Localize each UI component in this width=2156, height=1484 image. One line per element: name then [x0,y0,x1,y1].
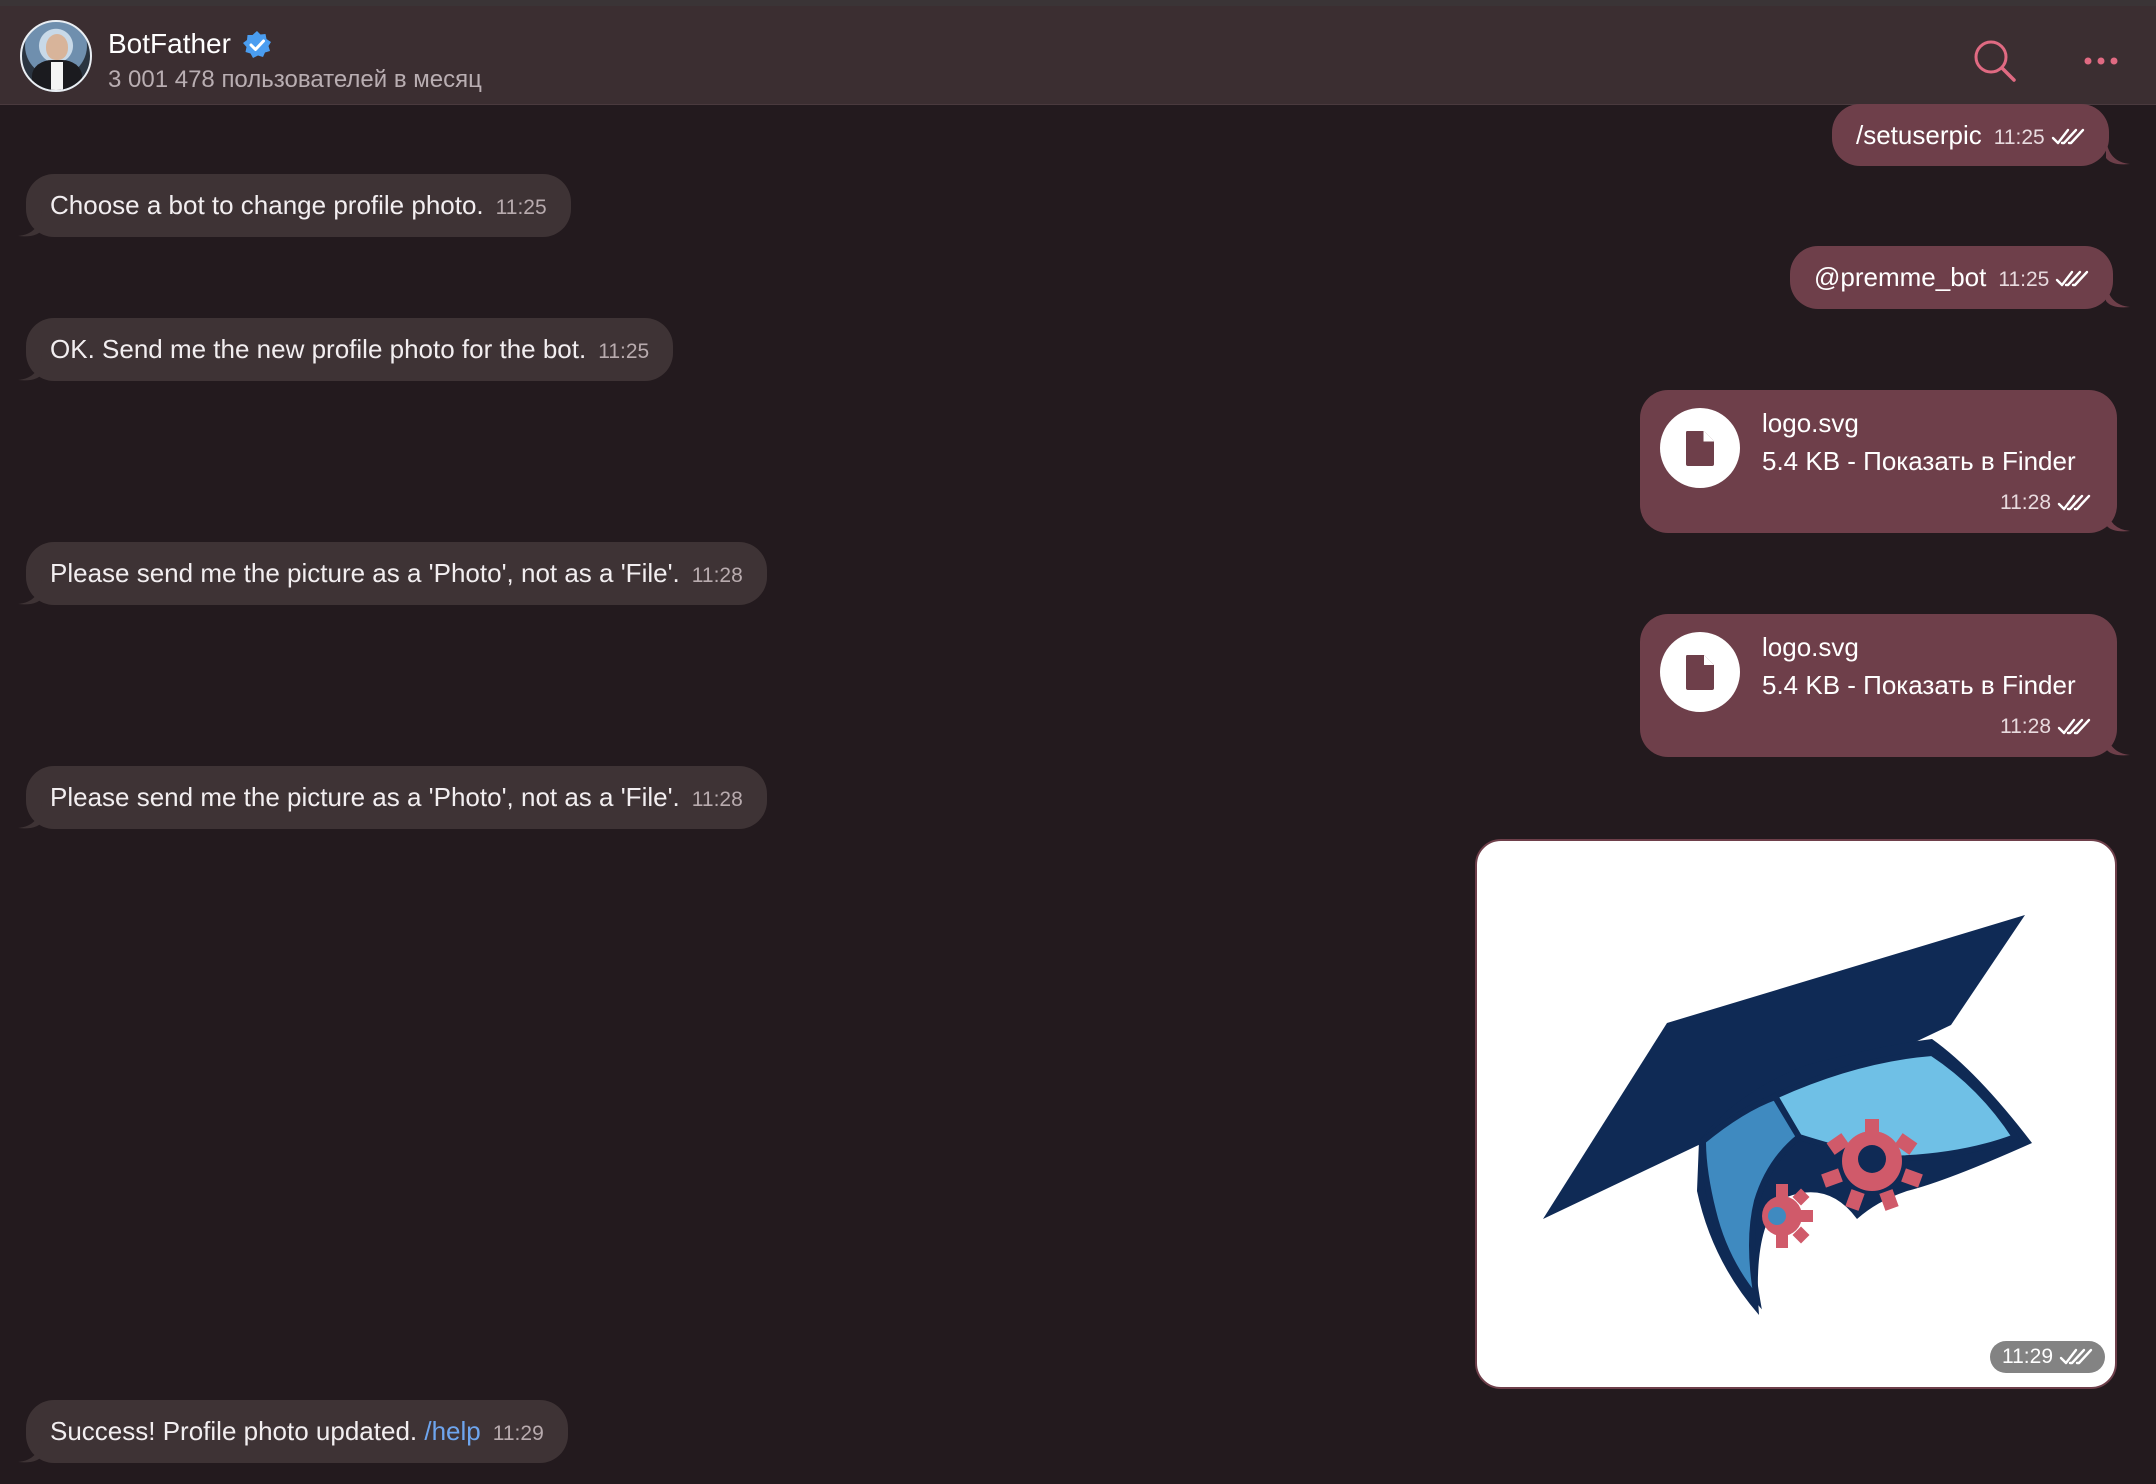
bubble-tail [18,578,42,605]
more-dots-icon[interactable] [2076,36,2126,86]
message-text: Success! Profile photo updated. [50,1416,418,1446]
file-meta-show-in-finder[interactable]: 5.4 KB - Показать в Finder [1762,444,2076,478]
outgoing-file-message[interactable]: logo.svg 5.4 KB - Показать в Finder 11:2… [1640,614,2117,757]
outgoing-message[interactable]: /setuserpic 11:25 [1832,104,2109,166]
message-text: @premme_bot [1814,262,1987,292]
document-icon [1686,431,1714,466]
document-icon [1686,655,1714,690]
message-time: 11:28 [691,564,743,587]
message-text: /setuserpic [1856,120,1982,150]
bubble-tail [18,210,42,237]
message-time-row: 11:28 [2000,486,2091,520]
avatar[interactable] [20,20,92,92]
message-time: 11:25 [495,196,547,219]
search-icon[interactable] [1970,36,2020,86]
bubble-tail [18,1436,42,1463]
outgoing-file-message[interactable]: logo.svg 5.4 KB - Показать в Finder 11:2… [1640,390,2117,533]
message-time: 11:25 [1993,126,2045,149]
outgoing-photo-message[interactable]: 11:29 [1475,839,2117,1389]
double-check-icon [2057,495,2091,511]
double-check-icon [2051,128,2084,145]
file-name: logo.svg [1762,632,1859,662]
verified-badge-icon [243,31,271,58]
chat-subtitle: 3 001 478 пользователей в месяц [108,66,482,93]
message-time-row: 11:28 [2000,710,2091,744]
bubble-tail [2106,505,2130,532]
bubble-tail [2106,729,2130,756]
bubble-tail [18,802,42,829]
double-check-icon [2059,1349,2093,1365]
bubble-tail [18,354,42,381]
chat-header: BotFather 3 001 478 пользователей в меся… [0,6,2156,105]
file-name: logo.svg [1762,408,1859,438]
message-time: 11:25 [598,340,650,363]
outgoing-message[interactable]: @premme_bot 11:25 [1790,246,2114,309]
chat-title[interactable]: BotFather [108,28,231,60]
incoming-message[interactable]: Please send me the picture as a 'Photo',… [26,542,767,605]
incoming-message[interactable]: Choose a bot to change profile photo. 11:… [26,174,571,237]
photo-time-badge: 11:29 [1990,1341,2105,1373]
incoming-message[interactable]: OK. Send me the new profile photo for th… [26,318,674,381]
help-command-link[interactable]: /help [424,1416,480,1446]
file-download-button[interactable] [1660,408,1740,488]
double-check-icon [2056,270,2089,287]
message-text: Choose a bot to change profile photo. [50,190,484,220]
incoming-message[interactable]: Please send me the picture as a 'Photo',… [26,766,767,829]
message-text: OK. Send me the new profile photo for th… [50,334,587,364]
double-check-icon [2057,719,2091,735]
message-time: 11:25 [1998,268,2050,291]
bubble-tail [2106,281,2130,308]
bubble-tail [2106,138,2130,165]
message-time: 11:28 [691,788,743,811]
message-text: Please send me the picture as a 'Photo',… [50,558,680,588]
incoming-message[interactable]: Success! Profile photo updated. /help 11:… [26,1400,568,1463]
message-text: Please send me the picture as a 'Photo',… [50,782,680,812]
message-time: 11:29 [492,1422,544,1445]
file-download-button[interactable] [1660,632,1740,712]
graduation-cap-gears-logo [1543,915,2032,1315]
file-meta-show-in-finder[interactable]: 5.4 KB - Показать в Finder [1762,668,2076,702]
